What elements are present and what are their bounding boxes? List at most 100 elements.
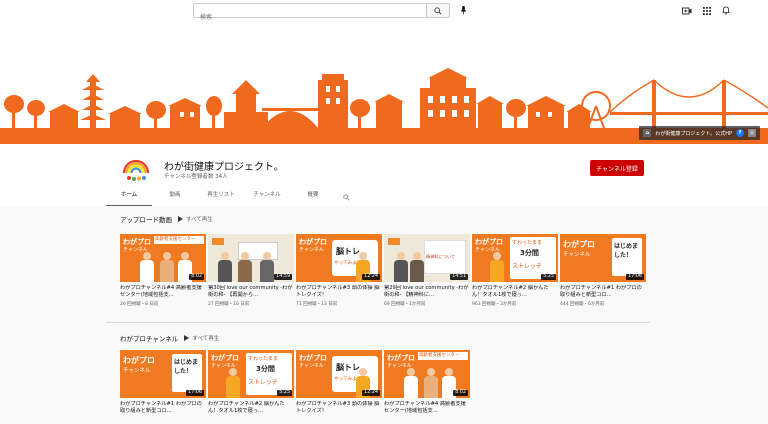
banner-link-text[interactable]: わが街健康プロジェクト。公式HP: [655, 130, 732, 137]
video-thumbnail[interactable]: わがプロ チャンネル 高齢者支援センター 8:02: [120, 234, 206, 282]
video-title[interactable]: わがプロチャンネル#1 わがプロの取り組みと新型コロ...: [120, 401, 206, 415]
facebook-icon[interactable]: f: [736, 129, 744, 137]
uploads-section-header: アップロード動画 すべて再生: [120, 214, 213, 224]
video-duration: 12:24: [362, 390, 380, 396]
video-title[interactable]: わがプロチャンネル#4 高齢者支援センター(地域包括支...: [384, 401, 470, 415]
rainbow-logo-icon: [122, 159, 150, 181]
video-title[interactable]: 第30回 love our community -わが街の和- 【再開から...: [208, 285, 294, 299]
person-figure: [490, 252, 504, 282]
video-card[interactable]: 精神科について 14:51 第29回 love our community -わ…: [384, 234, 470, 307]
video-card[interactable]: 14:59 第30回 love our community -わが街の和- 【再…: [208, 234, 294, 307]
video-duration: 5:25: [277, 390, 292, 396]
video-card[interactable]: わがプロ チャンネル はじめました！ 17:06 わがプロチャンネル#1 わがプ…: [120, 350, 206, 415]
video-card[interactable]: わがプロ チャンネル 脳トレ やってみよう！ 12:24 わがプロチャンネル#3…: [296, 350, 382, 415]
video-duration: 12:24: [362, 274, 380, 280]
video-thumbnail[interactable]: わがプロ チャンネル すわったまま 3分間 ストレッチ 5:25: [472, 234, 558, 282]
uploads-section-title[interactable]: アップロード動画: [120, 214, 172, 224]
create-video-button[interactable]: [680, 4, 693, 17]
tab-playlists[interactable]: 再生リスト: [198, 188, 244, 206]
video-meta: 963 回視聴・3か月前: [472, 302, 517, 307]
video-thumbnail[interactable]: わがプロ チャンネル はじめました！ 17:06: [560, 234, 646, 282]
video-title[interactable]: わがプロチャンネル#4 高齢者支援センター(地域包括支...: [120, 285, 206, 299]
thumb-center-text: 高齢者支援センター: [155, 237, 196, 242]
video-card[interactable]: わがプロ チャンネル 脳トレ やってみよう！ 12:24 わがプロチャンネル#3…: [296, 234, 382, 307]
video-thumbnail[interactable]: わがプロ チャンネル はじめました！ 17:06: [120, 350, 206, 398]
banner-links: ⌂ わが街健康プロジェクト。公式HP f ◎: [639, 126, 760, 140]
video-camera-plus-icon: [681, 7, 691, 14]
notifications-button[interactable]: [719, 4, 732, 17]
playlist-section-header: わがプロチャンネル すべて再生: [120, 333, 219, 343]
video-meta: 69 回視聴・1か月前: [384, 302, 426, 307]
search-button[interactable]: [426, 3, 450, 18]
tab-about[interactable]: 概要: [290, 188, 336, 206]
website-link-icon[interactable]: ⌂: [643, 129, 652, 137]
bell-icon: [721, 6, 730, 15]
video-thumbnail[interactable]: わがプロ チャンネル 高齢者支援センター 8:02: [384, 350, 470, 398]
playlist-section-title[interactable]: わがプロチャンネル: [120, 333, 178, 343]
play-icon: [178, 216, 183, 222]
video-title[interactable]: わがプロチャンネル#2 脳かんたん！タオル1枚で寝っ...: [208, 401, 294, 415]
thumb-channel-text: チャンネル: [563, 252, 591, 258]
thumb-wagapuro-text: わがプロ: [123, 356, 155, 365]
video-duration: 14:59: [274, 274, 292, 280]
video-title[interactable]: 第29回 love our community -わが街の和- 【精神科に...: [384, 285, 470, 299]
uploads-play-all[interactable]: すべて再生: [178, 215, 213, 223]
video-card[interactable]: わがプロ チャンネル はじめました！ 17:06 わがプロチャンネル#1 わがプ…: [560, 234, 646, 307]
video-thumbnail[interactable]: 精神科について 14:51: [384, 234, 470, 282]
channel-avatar[interactable]: [120, 153, 152, 185]
play-icon: [184, 335, 190, 341]
video-duration: 17:06: [626, 274, 644, 280]
channel-search-button[interactable]: [336, 188, 356, 206]
thumb-channel-text: チャンネル: [299, 363, 324, 369]
video-thumbnail[interactable]: わがプロ チャンネル すわったまま 3分間 ストレッチ 5:25: [208, 350, 294, 398]
play-all-label: すべて再生: [186, 217, 213, 223]
instagram-icon[interactable]: ◎: [748, 129, 756, 137]
thumb-suwattamama-text: すわったまま: [248, 356, 278, 362]
person-figure: [424, 368, 438, 398]
video-card[interactable]: わがプロ チャンネル すわったまま 3分間 ストレッチ 5:25 わがプロチャン…: [208, 350, 294, 415]
uploads-row: わがプロ チャンネル 高齢者支援センター 8:02 わがプロチャンネル#4 高齢…: [120, 234, 646, 307]
thumb-wagapuro-text: わがプロ: [563, 240, 595, 249]
person-figure: [160, 252, 174, 282]
video-thumbnail[interactable]: わがプロ チャンネル 脳トレ やってみよう！ 12:24: [296, 350, 382, 398]
person-figure: [404, 368, 418, 398]
video-title[interactable]: わがプロチャンネル#2 脳かんたん！タオル1枚で寝っ...: [472, 285, 558, 299]
tab-home[interactable]: ホーム: [106, 188, 152, 206]
search-icon: [434, 6, 442, 15]
microphone-icon: [460, 6, 467, 15]
voice-search-button[interactable]: [456, 3, 471, 18]
section-divider: [106, 322, 650, 323]
top-bar: [0, 0, 768, 24]
video-duration: 17:06: [186, 390, 204, 396]
thumb-seishin-text: 精神科について: [426, 254, 456, 259]
playlist-play-all[interactable]: すべて再生: [184, 334, 219, 342]
thumb-suwattamama-text: すわったまま: [512, 240, 542, 246]
video-card[interactable]: わがプロ チャンネル すわったまま 3分間 ストレッチ 5:25 わがプロチャン…: [472, 234, 558, 307]
person-figure: [394, 252, 408, 282]
person-figure: [140, 252, 154, 282]
subscribe-button[interactable]: チャンネル登録: [590, 160, 644, 176]
channel-tabs: ホーム 動画 再生リスト チャンネル 概要: [106, 188, 356, 206]
channel-name: わが街健康プロジェクト。: [164, 162, 284, 173]
video-duration: 14:51: [450, 274, 468, 280]
video-thumbnail[interactable]: わがプロ チャンネル 脳トレ やってみよう！ 12:24: [296, 234, 382, 282]
apps-button[interactable]: [700, 4, 713, 17]
video-card[interactable]: わがプロ チャンネル 高齢者支援センター 8:02 わがプロチャンネル#4 高齢…: [384, 350, 470, 415]
video-card[interactable]: わがプロ チャンネル 高齢者支援センター 8:02 わがプロチャンネル#4 高齢…: [120, 234, 206, 307]
thumb-channel-text: チャンネル: [123, 368, 151, 374]
video-thumbnail[interactable]: 14:59: [208, 234, 294, 282]
video-title[interactable]: わがプロチャンネル#1 わがプロの取り組みと新型コロ...: [560, 285, 646, 299]
thumb-hajimemashita-text: はじめました！: [174, 359, 199, 375]
tab-channels[interactable]: チャンネル: [244, 188, 290, 206]
video-title[interactable]: わがプロチャンネル#3 頭の体操 脳トレクイズ！: [296, 285, 382, 299]
thumb-stretch-text: ストレッチ: [248, 379, 279, 386]
video-title[interactable]: わがプロチャンネル#3 頭の体操 脳トレクイズ！: [296, 401, 382, 415]
video-duration: 8:02: [453, 390, 468, 396]
thumb-stretch-text: ストレッチ: [512, 263, 543, 270]
video-duration: 8:02: [189, 274, 204, 280]
person-figure: [226, 368, 240, 398]
video-duration: 5:25: [541, 274, 556, 280]
search-box[interactable]: [193, 3, 426, 24]
subscriber-count: チャンネル登録者数 34人: [164, 174, 228, 180]
tab-videos[interactable]: 動画: [152, 188, 198, 206]
